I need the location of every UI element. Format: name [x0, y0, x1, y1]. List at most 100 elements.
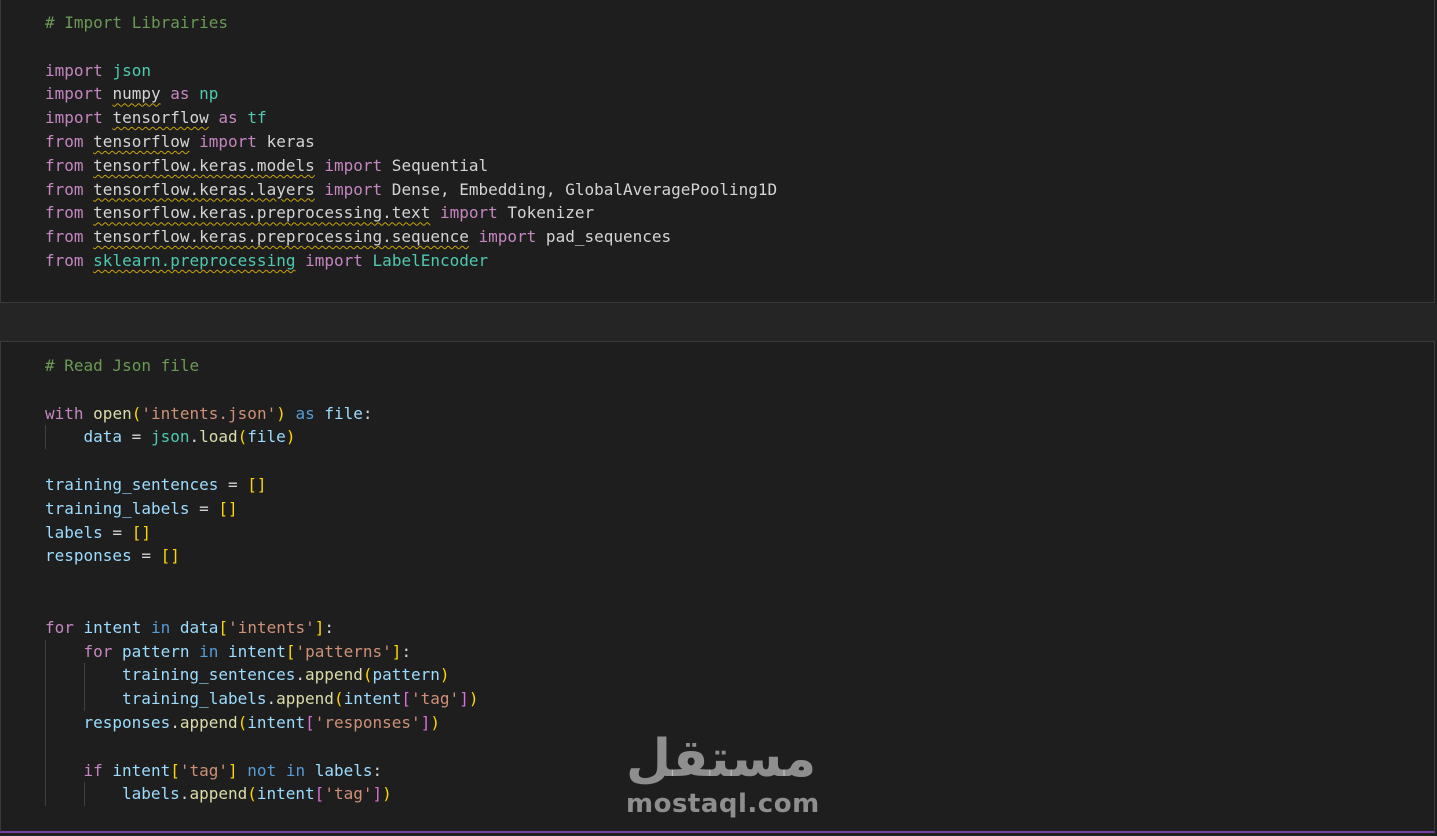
code-line[interactable]: labels = []	[45, 521, 478, 545]
code-token: )	[285, 427, 296, 447]
code-line[interactable]	[45, 378, 478, 402]
code-line[interactable]	[45, 449, 478, 473]
code-token: []	[160, 546, 180, 566]
code-line[interactable]: responses.append(intent['responses'])	[45, 710, 478, 735]
code-line[interactable]: from sklearn.preprocessing import LabelE…	[45, 249, 777, 273]
code-token: sklearn.preprocessing	[93, 250, 296, 270]
code-token: data	[83, 427, 123, 447]
code-token: 'tag'	[411, 689, 460, 709]
code-line[interactable]: training_sentences.append(pattern)	[45, 663, 478, 688]
code-line[interactable]: responses = []	[45, 544, 478, 568]
code-token: [	[170, 760, 180, 780]
code-line[interactable]: training_sentences = []	[45, 473, 478, 497]
code-line[interactable]: training_labels.append(intent['tag'])	[45, 687, 478, 711]
code-token: from	[45, 250, 84, 270]
code-token: import	[45, 84, 103, 104]
code-token: .	[295, 665, 306, 685]
code-token: training_labels	[45, 498, 190, 518]
code-line[interactable]: import numpy as np	[45, 82, 777, 106]
code-token: # Read Json file	[45, 356, 200, 375]
code-token: ]	[459, 689, 469, 709]
code-line[interactable]: data = json.load(file)	[45, 425, 478, 450]
code-token: # Import Librairies	[45, 13, 229, 32]
code-line[interactable]	[45, 35, 777, 59]
code-token: ]	[228, 760, 238, 780]
code-token: tensorflow.keras.models	[93, 155, 315, 175]
code-line[interactable]: for intent in data['intents']:	[45, 616, 478, 640]
mostaql-watermark-logo: مستقل mostaql.com	[626, 728, 819, 823]
code-token: as	[295, 403, 315, 423]
code-token: import	[305, 250, 363, 270]
code-token: from	[45, 203, 84, 223]
code-block[interactable]: # Import Librairies import json import nu…	[45, 11, 777, 273]
code-line[interactable]: for pattern in intent['patterns']:	[45, 639, 478, 664]
code-line[interactable]: labels.append(intent['tag'])	[45, 782, 478, 807]
code-line[interactable]	[45, 734, 478, 759]
code-line[interactable]	[45, 592, 478, 616]
code-line[interactable]: training_labels = []	[45, 497, 478, 521]
code-line[interactable]: if intent['tag'] not in labels:	[45, 758, 478, 783]
code-line[interactable]: from tensorflow.keras.preprocessing.text…	[45, 201, 777, 225]
code-token: import	[199, 131, 257, 151]
indent-guide	[45, 425, 84, 450]
code-line[interactable]: import tensorflow as tf	[45, 106, 777, 130]
code-line[interactable]: from tensorflow.keras.preprocessing.sequ…	[45, 225, 777, 249]
code-token: :	[372, 760, 383, 780]
code-token: not	[247, 760, 277, 780]
indent-guide	[45, 758, 84, 783]
code-token: training_labels	[122, 689, 267, 709]
code-token: [	[401, 689, 412, 709]
code-line[interactable]	[45, 568, 478, 592]
code-block[interactable]: # Read Json file with open('intents.json…	[45, 354, 478, 807]
indent-guide	[45, 710, 84, 735]
indent-guide	[45, 734, 84, 759]
code-token: file	[247, 427, 286, 447]
code-line[interactable]: import json	[45, 59, 777, 83]
code-line[interactable]: # Read Json file	[45, 354, 478, 378]
code-token: =	[189, 498, 219, 518]
code-line[interactable]: # Import Librairies	[45, 11, 777, 35]
code-line[interactable]: from tensorflow.keras.layers import Dens…	[45, 178, 777, 202]
code-token: import	[324, 179, 383, 199]
code-token: :	[401, 641, 412, 661]
code-token: training_sentences	[45, 474, 219, 494]
code-cell-imports[interactable]: # Import Librairies import json import nu…	[0, 0, 1435, 303]
code-token: 'responses'	[314, 712, 421, 732]
code-token: )	[468, 689, 479, 709]
code-token: intent	[247, 712, 306, 732]
code-token: tensorflow.keras.layers	[93, 179, 315, 199]
code-token: ]	[314, 617, 325, 637]
indent-guide	[83, 687, 123, 711]
code-token: pad_sequences	[536, 227, 672, 247]
code-token: append	[276, 689, 334, 709]
code-token: Dense, Embedding, GlobalAveragePooling1D	[382, 179, 778, 199]
code-token: :	[324, 617, 335, 637]
code-token: data	[179, 617, 219, 637]
code-token: labels	[314, 760, 373, 780]
code-token: 'intents'	[228, 617, 315, 637]
code-token: with	[45, 403, 84, 423]
code-token: in	[199, 641, 219, 661]
code-token: 'tag'	[179, 760, 229, 780]
code-token: as	[170, 84, 190, 104]
indent-guide	[83, 663, 123, 688]
code-line[interactable]: from tensorflow import keras	[45, 130, 777, 154]
code-line[interactable]: from tensorflow.keras.models import Sequ…	[45, 154, 777, 178]
code-token: if	[83, 760, 103, 780]
code-token: [	[314, 784, 325, 804]
code-line[interactable]: with open('intents.json') as file:	[45, 402, 478, 426]
code-token: import	[45, 108, 103, 128]
code-token: labels	[45, 522, 103, 542]
